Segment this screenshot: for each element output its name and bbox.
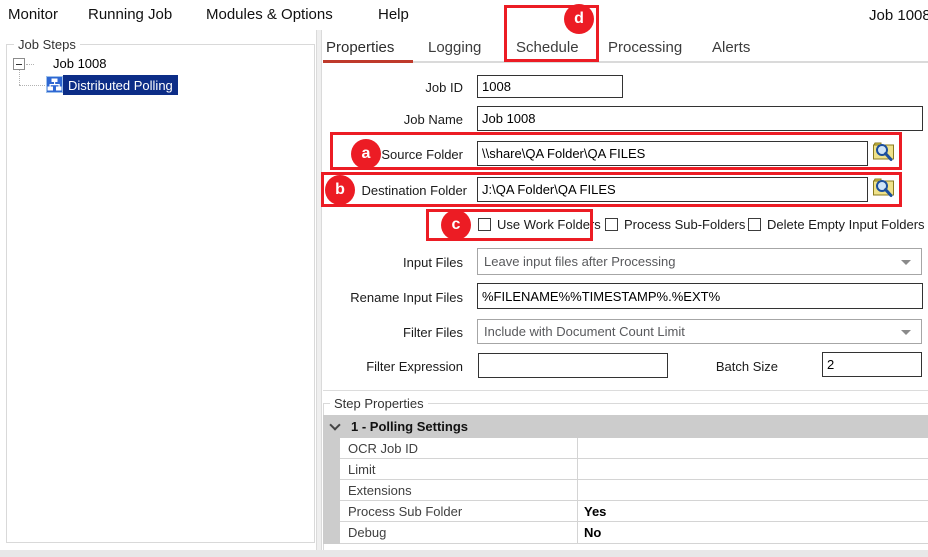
- destination-folder-input[interactable]: [477, 177, 868, 202]
- grid-gutter: [323, 438, 340, 544]
- filter-files-value: Include with Document Count Limit: [484, 324, 685, 339]
- delete-empty-input-folders-label: Delete Empty Input Folders: [767, 217, 925, 232]
- polling-settings-group-label: 1 - Polling Settings: [351, 419, 469, 434]
- menu-bar: Monitor Running Job Modules & Options He…: [0, 0, 928, 30]
- tree-connector: [19, 85, 45, 86]
- batch-size-input[interactable]: [822, 352, 922, 377]
- distributed-polling-icon: [46, 76, 63, 93]
- annotation-callout-a: a: [351, 139, 381, 169]
- annotation-callout-b: b: [325, 175, 355, 205]
- tab-alerts[interactable]: Alerts: [712, 39, 750, 56]
- property-value[interactable]: [577, 438, 928, 458]
- input-files-dropdown[interactable]: Leave input files after Processing: [477, 248, 922, 275]
- use-work-folders-label: Use Work Folders: [497, 217, 601, 232]
- step-properties-grid: 1 - Polling Settings OCR Job ID Limit Ex…: [323, 415, 928, 544]
- tree-connector: [19, 70, 20, 85]
- annotation-callout-c: c: [441, 210, 471, 240]
- checkbox-icon[interactable]: [478, 218, 491, 231]
- tab-schedule[interactable]: Schedule: [516, 39, 579, 56]
- active-tab-indicator: [323, 60, 413, 63]
- property-row-extensions[interactable]: Extensions: [340, 480, 928, 501]
- property-name: Limit: [348, 461, 376, 477]
- batch-size-label: Batch Size: [715, 359, 778, 374]
- tree-connector: [26, 64, 34, 65]
- process-sub-folders-label: Process Sub-Folders: [624, 217, 746, 232]
- menu-running-job[interactable]: Running Job: [88, 6, 172, 23]
- property-name: Extensions: [348, 482, 412, 498]
- job-name-label: Job Name: [403, 112, 463, 127]
- chevron-down-icon: [901, 329, 911, 335]
- checkbox-icon[interactable]: [605, 218, 618, 231]
- browse-destination-folder-icon[interactable]: [872, 175, 896, 200]
- delete-empty-input-folders-checkbox[interactable]: Delete Empty Input Folders: [748, 217, 925, 232]
- property-row-debug[interactable]: Debug No: [340, 522, 928, 544]
- filter-files-label: Filter Files: [403, 325, 463, 340]
- input-files-value: Leave input files after Processing: [484, 254, 676, 269]
- tree-node-job[interactable]: Job 1008: [53, 56, 107, 71]
- job-id-input[interactable]: [477, 75, 623, 98]
- filter-files-dropdown[interactable]: Include with Document Count Limit: [477, 319, 922, 344]
- property-value[interactable]: [577, 480, 928, 500]
- job-name-input[interactable]: [477, 106, 923, 131]
- property-value[interactable]: Yes: [577, 501, 928, 521]
- property-name: Debug: [348, 525, 387, 540]
- menu-monitor[interactable]: Monitor: [8, 6, 58, 23]
- job-id-label: Job ID: [425, 80, 463, 95]
- annotation-callout-d: d: [564, 4, 594, 34]
- chevron-down-icon: [901, 259, 911, 265]
- menu-help[interactable]: Help: [378, 6, 409, 23]
- property-name: Process Sub Folder: [348, 503, 463, 519]
- property-value[interactable]: No: [577, 522, 928, 543]
- job-steps-panel: [6, 44, 315, 543]
- status-strip: [0, 550, 928, 557]
- menu-modules-options[interactable]: Modules & Options: [206, 6, 333, 23]
- tab-properties[interactable]: Properties: [326, 39, 394, 56]
- rename-input-files-input[interactable]: [477, 283, 923, 309]
- polling-settings-group-row[interactable]: 1 - Polling Settings: [323, 415, 928, 438]
- browse-source-folder-icon[interactable]: [872, 139, 896, 164]
- tab-processing[interactable]: Processing: [608, 39, 682, 56]
- checkbox-icon[interactable]: [748, 218, 761, 231]
- input-files-label: Input Files: [403, 255, 463, 270]
- job-steps-title: Job Steps: [14, 37, 80, 52]
- tab-separator: [413, 61, 928, 63]
- source-folder-input[interactable]: [477, 141, 868, 166]
- tree-node-distributed-polling[interactable]: Distributed Polling: [63, 75, 178, 95]
- collapse-chevron-icon[interactable]: [329, 418, 341, 431]
- step-properties-title: Step Properties: [330, 396, 428, 411]
- current-job-label: Job 1008: [869, 7, 928, 24]
- property-row-ocr-job-id[interactable]: OCR Job ID: [340, 438, 928, 459]
- filter-expression-label: Filter Expression: [366, 359, 463, 374]
- tab-logging[interactable]: Logging: [428, 39, 481, 56]
- use-work-folders-checkbox[interactable]: Use Work Folders: [478, 217, 601, 232]
- property-row-process-sub-folder[interactable]: Process Sub Folder Yes: [340, 501, 928, 522]
- section-separator: [323, 390, 928, 391]
- property-value[interactable]: [577, 459, 928, 479]
- process-sub-folders-checkbox[interactable]: Process Sub-Folders: [605, 217, 745, 232]
- rename-input-files-label: Rename Input Files: [350, 290, 463, 305]
- property-row-limit[interactable]: Limit: [340, 459, 928, 480]
- property-name: OCR Job ID: [348, 440, 419, 456]
- source-folder-label: Source Folder: [381, 147, 463, 162]
- tree-expander-icon[interactable]: [13, 58, 25, 70]
